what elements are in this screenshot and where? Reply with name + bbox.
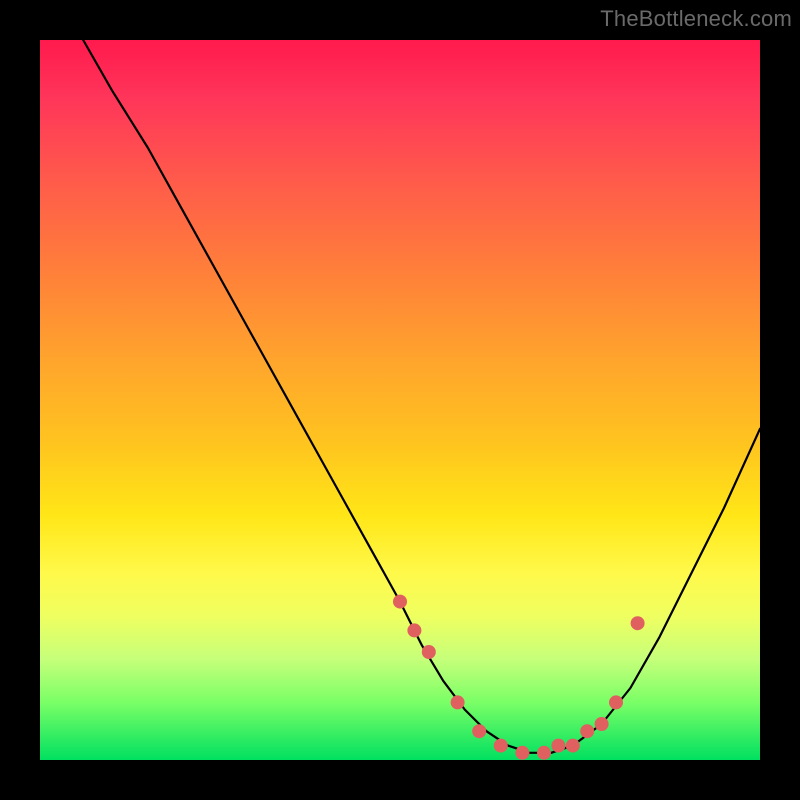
highlight-dot [609, 695, 623, 709]
highlight-dot [595, 717, 609, 731]
watermark-text: TheBottleneck.com [600, 6, 792, 32]
highlight-dot [494, 739, 508, 753]
chart-svg [40, 40, 760, 760]
highlight-dot [580, 724, 594, 738]
highlight-dot [551, 739, 565, 753]
bottleneck-curve [83, 40, 760, 753]
highlight-dot [472, 724, 486, 738]
chart-container: TheBottleneck.com [0, 0, 800, 800]
highlight-dots-group [393, 595, 645, 760]
highlight-dot [537, 746, 551, 760]
highlight-dot [393, 595, 407, 609]
highlight-dot [451, 695, 465, 709]
highlight-dot [422, 645, 436, 659]
highlight-dot [407, 623, 421, 637]
highlight-dot [566, 739, 580, 753]
highlight-dot [515, 746, 529, 760]
highlight-dot [631, 616, 645, 630]
